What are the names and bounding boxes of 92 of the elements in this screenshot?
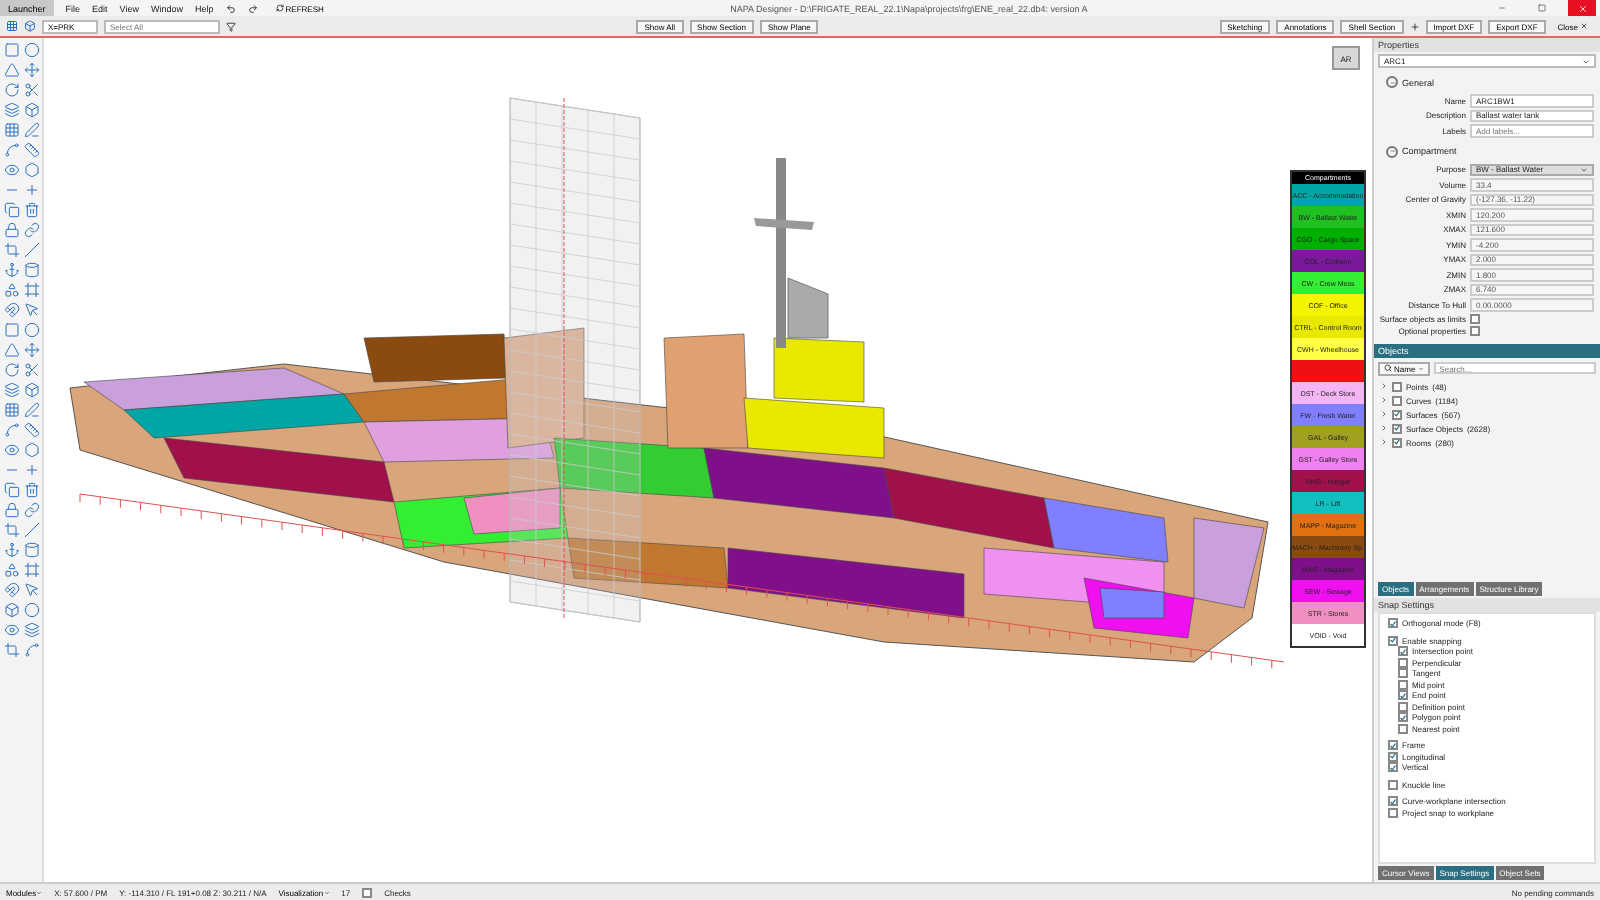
tool-icon[interactable]	[24, 222, 40, 238]
tool-icon[interactable]	[24, 82, 40, 98]
tool-icon[interactable]	[24, 402, 40, 418]
tool-icon[interactable]	[24, 442, 40, 458]
checkbox[interactable]	[1398, 657, 1408, 668]
collapse-icon[interactable]	[1386, 76, 1398, 88]
checkbox[interactable]	[1398, 723, 1408, 734]
tool-icon[interactable]	[24, 142, 40, 158]
checkbox[interactable]	[1388, 635, 1398, 646]
tool-icon[interactable]	[24, 462, 40, 478]
tool-icon[interactable]	[24, 522, 40, 538]
tool-icon[interactable]	[24, 102, 40, 118]
checkbox[interactable]	[1388, 762, 1398, 773]
tool-icon[interactable]	[4, 442, 20, 458]
tool-icon[interactable]	[24, 382, 40, 398]
tool-icon[interactable]	[24, 342, 40, 358]
tool-icon[interactable]	[24, 62, 40, 78]
collapse-icon[interactable]	[1386, 145, 1398, 157]
grid-icon[interactable]	[6, 20, 18, 32]
checkbox[interactable]	[1392, 409, 1402, 419]
tool-icon[interactable]	[24, 502, 40, 518]
tool-icon[interactable]	[4, 202, 20, 218]
tool-icon[interactable]	[24, 122, 40, 138]
tool-icon[interactable]	[24, 262, 40, 278]
tool-icon[interactable]	[4, 542, 20, 558]
tool-icon[interactable]	[24, 602, 40, 618]
tool-icon[interactable]	[4, 282, 20, 298]
checkbox[interactable]	[1398, 679, 1408, 690]
tool-icon[interactable]	[4, 562, 20, 578]
tool-icon[interactable]	[4, 262, 20, 278]
tool-icon[interactable]	[24, 482, 40, 498]
checkbox[interactable]	[1392, 381, 1402, 391]
search-icon	[1384, 364, 1392, 372]
tool-icon[interactable]	[24, 562, 40, 578]
tool-icon[interactable]	[4, 242, 20, 258]
checkbox[interactable]	[1388, 779, 1398, 790]
tool-icon[interactable]	[4, 142, 20, 158]
checkbox[interactable]	[1388, 740, 1398, 751]
checkbox[interactable]	[1398, 668, 1408, 679]
tool-icon[interactable]	[24, 202, 40, 218]
tool-icon[interactable]	[4, 162, 20, 178]
tool-icon[interactable]	[24, 542, 40, 558]
tool-icon[interactable]	[4, 522, 20, 538]
tool-icon[interactable]	[4, 622, 20, 638]
tool-icon[interactable]	[24, 282, 40, 298]
tool-icon[interactable]	[4, 402, 20, 418]
tool-icon[interactable]	[4, 422, 20, 438]
tool-icon[interactable]	[4, 642, 20, 658]
checkbox[interactable]	[1388, 796, 1398, 807]
tool-icon[interactable]	[4, 362, 20, 378]
checkbox[interactable]	[1392, 437, 1402, 447]
viewport-canvas[interactable]	[44, 38, 1372, 882]
tool-icon[interactable]	[4, 382, 20, 398]
tool-icon[interactable]	[4, 302, 20, 318]
close-button[interactable]	[1568, 0, 1596, 16]
checkbox[interactable]	[362, 887, 373, 897]
tool-icon[interactable]	[24, 242, 40, 258]
checkbox[interactable]	[1392, 423, 1402, 433]
tool-icon[interactable]	[24, 302, 40, 318]
tool-icon[interactable]	[4, 582, 20, 598]
checkbox[interactable]	[1392, 395, 1402, 405]
tool-icon[interactable]	[4, 82, 20, 98]
tool-icon[interactable]	[24, 362, 40, 378]
checkbox[interactable]	[1398, 690, 1408, 701]
checkbox[interactable]	[1388, 618, 1398, 629]
undo-icon[interactable]	[225, 3, 236, 13]
checkbox[interactable]	[1470, 313, 1480, 323]
checkbox[interactable]	[1398, 712, 1408, 723]
tool-icon[interactable]	[24, 162, 40, 178]
tool-icon[interactable]	[4, 222, 20, 238]
refresh-icon	[275, 4, 284, 12]
checkbox[interactable]	[1470, 325, 1480, 335]
tool-icon[interactable]	[4, 102, 20, 118]
tool-icon[interactable]	[4, 122, 20, 138]
tool-icon[interactable]	[24, 182, 40, 198]
plus-icon[interactable]	[1409, 21, 1420, 31]
redo-icon[interactable]	[247, 3, 258, 13]
cube-icon[interactable]	[24, 20, 36, 32]
checkbox[interactable]	[1388, 751, 1398, 762]
minimize-icon	[1498, 4, 1506, 12]
tool-icon[interactable]	[4, 502, 20, 518]
tool-icon[interactable]	[24, 642, 40, 658]
tool-icon[interactable]	[24, 422, 40, 438]
maximize-icon	[1538, 4, 1546, 12]
tool-icon[interactable]	[24, 582, 40, 598]
filter-icon[interactable]	[226, 21, 236, 31]
checkbox[interactable]	[1398, 701, 1408, 712]
checkbox[interactable]	[1388, 807, 1398, 818]
checkbox[interactable]	[1398, 646, 1408, 657]
tool-icon[interactable]	[4, 602, 20, 618]
tool-icon[interactable]	[24, 622, 40, 638]
tool-icon[interactable]	[4, 482, 20, 498]
